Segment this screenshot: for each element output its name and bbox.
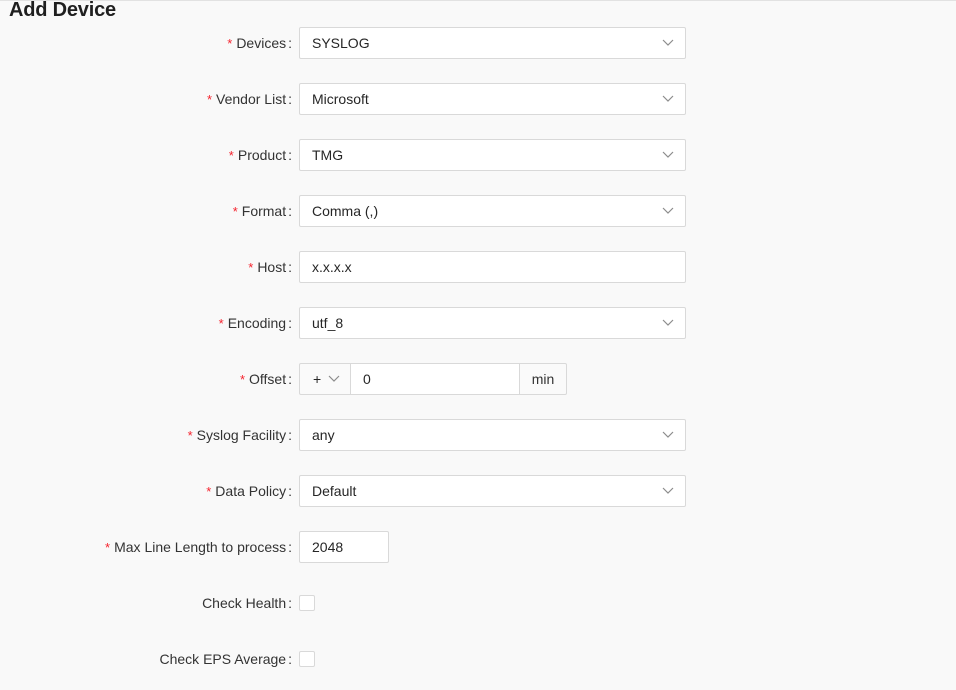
syslog-facility-row: * Syslog Facility: any [0,419,956,451]
check-health-row: Check Health: [0,587,956,619]
product-select[interactable]: TMG [299,139,686,171]
top-divider [0,0,956,1]
data-policy-row: * Data Policy: Default [0,475,956,507]
chevron-down-icon [328,375,340,382]
required-marker: * [232,204,238,219]
required-marker: * [248,260,254,275]
chevron-down-icon [662,95,674,102]
devices-row: * Devices: SYSLOG [0,27,956,59]
check-health-checkbox[interactable] [299,595,315,611]
check-health-label: Check Health [202,595,287,611]
devices-select[interactable]: SYSLOG [299,27,686,59]
vendor-list-row: * Vendor List: Microsoft [0,83,956,115]
max-line-length-label: Max Line Length to process [114,539,287,555]
offset-unit-addon: min [519,363,567,395]
max-line-length-value: 2048 [312,539,344,555]
required-marker: * [239,372,246,387]
vendor-list-value: Microsoft [312,91,369,107]
offset-input-group: + 0 min [299,363,567,395]
data-policy-select[interactable]: Default [299,475,686,507]
host-input[interactable]: x.x.x.x [299,251,686,283]
required-marker: * [206,92,213,107]
max-line-length-input[interactable]: 2048 [299,531,389,563]
required-marker: * [187,428,193,443]
format-row: * Format: Comma (,) [0,195,956,227]
format-value: Comma (,) [312,203,379,219]
offset-row: * Offset: + 0 min [0,363,956,395]
format-label: Format [241,203,287,219]
check-eps-average-label: Check EPS Average [159,651,287,667]
check-eps-average-row: Check EPS Average: [0,643,956,675]
product-row: * Product: TMG [0,139,956,171]
format-select[interactable]: Comma (,) [299,195,686,227]
vendor-list-label: Vendor List [216,91,287,107]
required-marker: * [105,540,111,555]
data-policy-label: Data Policy [215,483,287,499]
encoding-label: Encoding [227,315,287,331]
host-value: x.x.x.x [312,259,352,275]
required-marker: * [227,36,233,51]
max-line-length-row: * Max Line Length to process: 2048 [0,531,956,563]
chevron-down-icon [662,207,674,214]
encoding-value: utf_8 [312,315,344,331]
required-marker: * [218,316,224,331]
chevron-down-icon [662,151,674,158]
syslog-facility-select[interactable]: any [299,419,686,451]
host-row: * Host: x.x.x.x [0,251,956,283]
page-title: Add Device [9,0,116,21]
syslog-facility-value: any [312,427,335,443]
chevron-down-icon [662,431,674,438]
syslog-facility-label: Syslog Facility [196,427,287,443]
product-value: TMG [312,147,344,163]
host-label: Host [257,259,287,275]
offset-number-input[interactable]: 0 [350,363,520,395]
offset-sign-select[interactable]: + [299,363,351,395]
product-label: Product [237,147,287,163]
required-marker: * [206,484,212,499]
check-eps-average-checkbox[interactable] [299,651,315,667]
offset-value: 0 [363,371,371,387]
encoding-select[interactable]: utf_8 [299,307,686,339]
offset-label: Offset [249,371,287,387]
vendor-list-select[interactable]: Microsoft [299,83,686,115]
chevron-down-icon [662,319,674,326]
devices-value: SYSLOG [312,35,370,51]
offset-sign-value: + [313,371,322,387]
devices-label: Devices [236,35,287,51]
encoding-row: * Encoding: utf_8 [0,307,956,339]
data-policy-value: Default [312,483,357,499]
chevron-down-icon [662,487,674,494]
chevron-down-icon [662,39,674,46]
required-marker: * [228,148,234,163]
